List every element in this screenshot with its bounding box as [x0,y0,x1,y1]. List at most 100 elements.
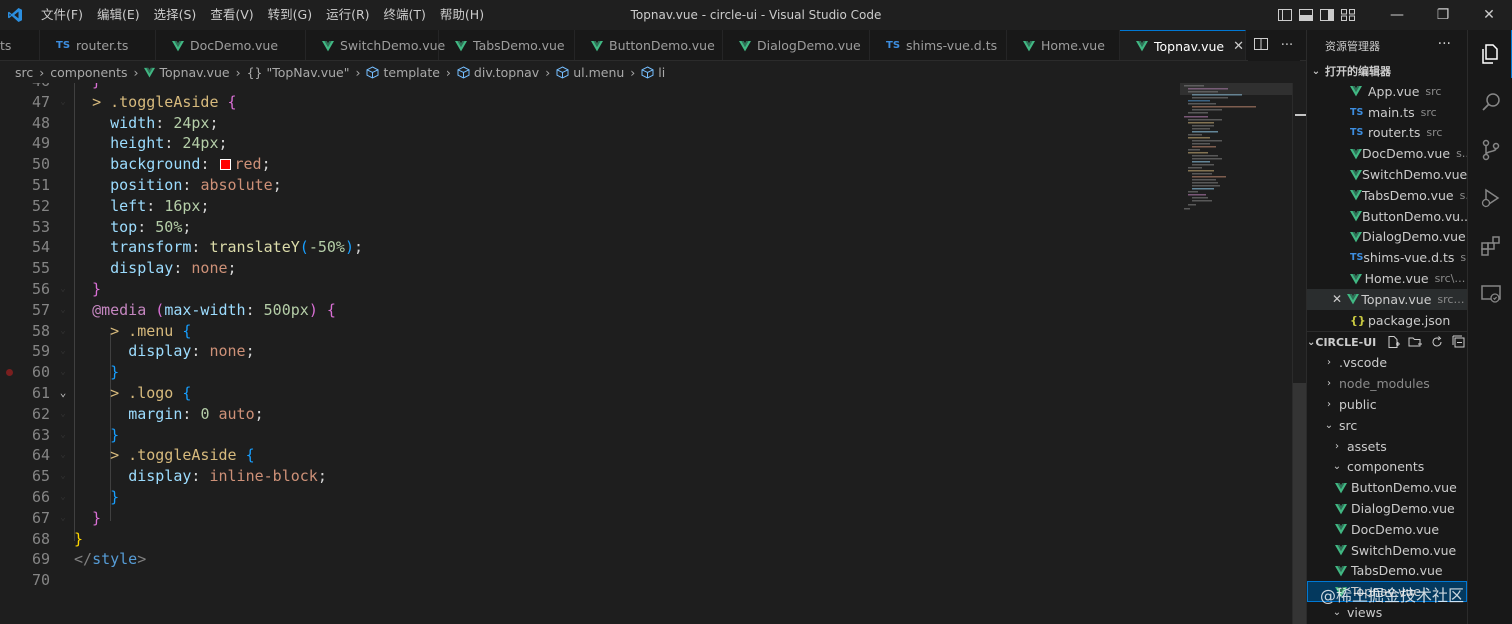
more-actions-icon[interactable]: ··· [1274,38,1300,53]
open-editor-item[interactable]: TS main.ts src [1307,102,1467,123]
file-item[interactable]: TabsDemo.vue [1307,561,1467,582]
source-control-icon[interactable] [1468,126,1512,174]
customize-layout-icon[interactable] [1337,0,1358,30]
menu-item[interactable]: 文件(F) [34,0,90,30]
fold-chevron-icon[interactable]: ⌄ [56,425,70,446]
open-editor-item[interactable]: App.vue src [1307,81,1467,102]
open-editor-item[interactable]: TS router.ts src [1307,123,1467,144]
folder-item[interactable]: › assets [1307,436,1467,457]
explorer-more-icon[interactable]: ··· [1438,36,1451,52]
fold-chevron-icon[interactable]: ⌄ [56,404,70,425]
minimize-button[interactable]: — [1374,0,1420,30]
menu-item[interactable]: 运行(R) [319,0,376,30]
folder-item[interactable]: › public [1307,394,1467,415]
file-name: package.json [1368,312,1451,328]
breadcrumb-item[interactable]: {} "TopNav.vue" [247,65,350,80]
close-window-button[interactable]: ✕ [1466,0,1512,30]
close-editor-icon[interactable]: ✕ [1332,292,1347,306]
breadcrumb-item[interactable]: ul.menu [556,65,624,80]
scrollbar-thumb[interactable] [1293,383,1306,624]
close-tab-icon[interactable]: ✕ [1233,39,1244,54]
remote-explorer-icon[interactable] [1468,270,1512,318]
tab-tabsdemo-vue[interactable]: TabsDemo.vue [439,30,575,60]
folder-item[interactable]: › .vscode [1307,353,1467,374]
fold-chevron-icon[interactable]: ⌄ [56,508,70,529]
folder-item[interactable]: ⌄ src [1307,415,1467,436]
code-editor[interactable]: 4647⌄484950515253545556⌄57⌄58⌄59⌄60⌄61⌄6… [0,83,1306,624]
open-editors-header[interactable]: ⌄ 打开的编辑器 [1307,61,1467,81]
line-number: 62 [31,404,50,423]
new-file-icon[interactable] [1382,335,1404,349]
refresh-icon[interactable] [1426,335,1448,349]
tab-dialogdemo-vue[interactable]: DialogDemo.vue [723,30,870,60]
tab-router-ts[interactable]: TS router.ts [40,30,156,60]
file-item[interactable]: SwitchDemo.vue [1307,540,1467,561]
open-editor-item[interactable]: TSshims-vue.d.ts src [1307,247,1467,268]
collapse-all-icon[interactable] [1448,335,1467,349]
extensions-icon[interactable] [1468,222,1512,270]
fold-chevron-icon[interactable]: ⌄ [56,383,70,404]
code-line-57: @media (max-width: 500px) { [92,300,336,319]
fold-chevron-icon[interactable]: ⌄ [56,466,70,487]
minimap-slider[interactable] [1180,83,1292,95]
toggle-secondary-sidebar-icon[interactable] [1316,0,1337,30]
tab-ts[interactable]: ts [0,30,40,60]
tab-shims-vue-d-ts[interactable]: TS shims-vue.d.ts [870,30,1007,60]
folder-item[interactable]: ⌄ components [1307,457,1467,478]
breadcrumb-item[interactable]: components [50,65,127,80]
tab-switchdemo-vue[interactable]: SwitchDemo.vue [306,30,445,60]
folder-item[interactable]: › node_modules [1307,373,1467,394]
code-area[interactable]: } > .toggleAside { width: 24px; height: … [74,83,1174,591]
file-item[interactable]: ButtonDemo.vue [1307,477,1467,498]
open-editor-item[interactable]: {} package.json [1307,310,1467,331]
menu-item[interactable]: 转到(G) [261,0,319,30]
breadcrumb-item[interactable]: template [366,65,440,80]
open-editor-item[interactable]: TabsDemo.vue s... [1307,185,1467,206]
file-item[interactable]: DialogDemo.vue [1307,498,1467,519]
open-editor-item[interactable]: ButtonDemo.vu... [1307,206,1467,227]
vscode-logo-icon[interactable] [0,0,30,30]
open-editor-item[interactable]: SwitchDemo.vue... [1307,164,1467,185]
fold-chevron-icon[interactable]: ⌄ [56,279,70,300]
fold-chevron-icon[interactable]: ⌄ [56,487,70,508]
open-editor-item[interactable]: DocDemo.vue sr... [1307,143,1467,164]
breadcrumb-item[interactable]: Topnav.vue [144,65,230,80]
menu-item[interactable]: 编辑(E) [90,0,147,30]
breadcrumb-item[interactable]: src [15,65,33,80]
color-swatch-icon[interactable] [219,159,231,171]
breadcrumb-label: {} "TopNav.vue" [246,64,350,80]
open-editor-item[interactable]: Home.vue src\vi... [1307,268,1467,289]
fold-chevron-icon[interactable]: ⌄ [56,92,70,113]
project-header[interactable]: ⌄ CIRCLE-UI [1307,330,1467,353]
restore-button[interactable]: ❐ [1420,0,1466,30]
toggle-primary-sidebar-icon[interactable] [1274,0,1295,30]
menu-item[interactable]: 查看(V) [203,0,260,30]
menu-item[interactable]: 帮助(H) [433,0,491,30]
fold-chevron-icon[interactable]: ⌄ [56,321,70,342]
breadcrumb-item[interactable]: div.topnav [457,65,539,80]
tab-label: TabsDemo.vue [473,38,565,53]
minimap[interactable] [1180,83,1292,223]
explorer-icon[interactable] [1468,30,1512,78]
tab-topnav-vue[interactable]: Topnav.vue ✕ [1120,30,1246,60]
open-editor-item[interactable]: DialogDemo.vue... [1307,227,1467,248]
chevron-down-icon: ⌄ [1332,461,1342,473]
toggle-panel-icon[interactable] [1295,0,1316,30]
split-editor-icon[interactable] [1248,37,1274,54]
fold-chevron-icon[interactable]: ⌄ [56,362,70,383]
editor-scrollbar[interactable] [1292,83,1306,624]
breadcrumb-item[interactable]: li [641,65,665,80]
tab-buttondemo-vue[interactable]: ButtonDemo.vue [575,30,723,60]
run-and-debug-icon[interactable] [1468,174,1512,222]
tab-docdemo-vue[interactable]: DocDemo.vue [156,30,306,60]
file-item[interactable]: DocDemo.vue [1307,519,1467,540]
tab-home-vue[interactable]: Home.vue [1007,30,1120,60]
new-folder-icon[interactable] [1404,335,1426,349]
search-icon[interactable] [1468,78,1512,126]
open-editor-item[interactable]: ✕ Topnav.vue src\c... [1307,288,1467,310]
menu-item[interactable]: 终端(T) [377,0,433,30]
menu-item[interactable]: 选择(S) [147,0,204,30]
fold-chevron-icon[interactable]: ⌄ [56,341,70,362]
fold-chevron-icon[interactable]: ⌄ [56,445,70,466]
fold-chevron-icon[interactable]: ⌄ [56,300,70,321]
